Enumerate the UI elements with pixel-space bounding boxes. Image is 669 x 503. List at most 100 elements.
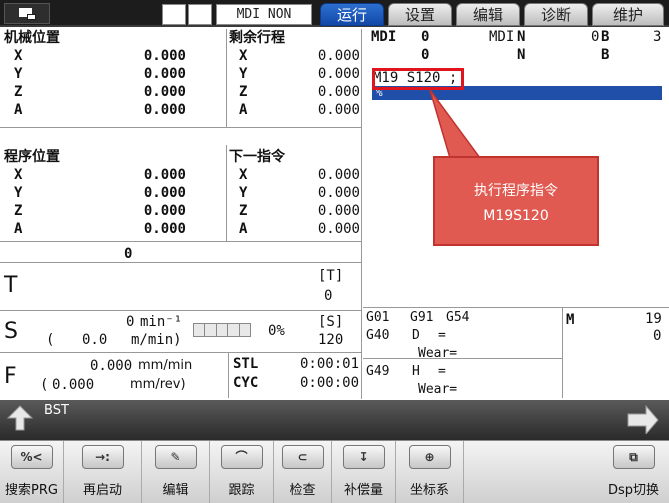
spindle-load: 0% xyxy=(268,323,285,339)
status-box-1 xyxy=(162,4,186,25)
annotation-callout: 执行程序指令 M19S120 xyxy=(433,156,599,246)
section-title: 下一指令 xyxy=(229,149,285,165)
tool-cmd-label: [T] xyxy=(318,268,344,284)
machine-position: 机械位置 X 0.000 Y 0.000 Z 0.000 A 0.000 xyxy=(4,30,224,119)
axis-row: Y 0.000 xyxy=(14,185,186,201)
tab-run[interactable]: 运行 xyxy=(320,3,384,26)
cyc-time: 0:00:00 xyxy=(300,375,360,391)
spindle-cmd-label: [S] xyxy=(318,314,344,330)
m-label: M xyxy=(566,312,575,328)
callout-text: 执行程序指令 xyxy=(474,183,558,199)
axis-row: Z 0.000 xyxy=(14,203,186,219)
axis-row: Z 0.000 xyxy=(239,203,360,219)
axis-row: X 0.000 xyxy=(14,167,186,183)
g-code-2: G91 xyxy=(410,310,434,325)
highlight-box xyxy=(372,68,464,90)
axis-row: Z 0.000 xyxy=(14,84,186,100)
wear-label-1: Wear= xyxy=(418,346,458,361)
divider xyxy=(363,307,669,308)
feed-paren-open: ( xyxy=(40,377,49,393)
stl-time: 0:00:01 xyxy=(300,356,360,372)
softkey-label: 编辑 xyxy=(162,483,189,498)
axis-row: A 0.000 xyxy=(14,102,186,118)
softkey-label: Dsp切换 xyxy=(607,483,660,498)
softkey-edit[interactable]: ✎ 编辑 xyxy=(142,441,210,503)
tab-settings[interactable]: 设置 xyxy=(388,3,452,26)
g-code-1: G01 xyxy=(366,310,390,325)
softkey-label: 检查 xyxy=(289,483,316,498)
h-label: H xyxy=(412,364,420,379)
softkey-search-prg[interactable]: %< 搜索PRG xyxy=(0,441,64,503)
coordinate-icon: ⊕ xyxy=(408,445,451,469)
axis-row: Z 0.000 xyxy=(239,84,360,100)
wear-label-2: Wear= xyxy=(418,382,458,397)
g-code-5: G49 xyxy=(366,364,390,379)
tab-diagnosis[interactable]: 诊断 xyxy=(524,3,588,26)
divider xyxy=(228,352,229,398)
softkey-trace[interactable]: ⌒ 跟踪 xyxy=(210,441,274,503)
n-label-2: N xyxy=(517,47,526,63)
feed-label: F xyxy=(4,364,17,389)
remaining-travel: 剩余行程 X 0.000 Y 0.000 Z 0.000 A 0.000 xyxy=(229,30,362,119)
axis-row: A 0.000 xyxy=(239,102,360,118)
spindle-unit: min⁻¹ xyxy=(140,314,183,330)
status-box-2 xyxy=(188,4,212,25)
o-number-2: 0 xyxy=(421,47,430,63)
axis-row: A 0.000 xyxy=(239,221,360,237)
program-position: 程序位置 X 0.000 Y 0.000 Z 0.000 A 0.000 xyxy=(4,149,224,238)
divider xyxy=(0,352,362,353)
softkey-label: 坐标系 xyxy=(409,483,449,498)
bst-status: BST xyxy=(44,403,69,418)
status-bar: BST xyxy=(0,400,669,440)
feed-per-rev: 0.000 xyxy=(52,377,95,393)
tool-cmd-value: 0 xyxy=(324,288,333,304)
n-label: N xyxy=(517,29,526,45)
axis-row: X 0.000 xyxy=(14,48,186,64)
feed-rate: 0.000 xyxy=(90,358,133,374)
right-number: 3 xyxy=(653,29,662,45)
tool-label: T xyxy=(4,273,18,298)
divider xyxy=(562,307,563,398)
softkey-label: 再启动 xyxy=(82,483,122,498)
section-title: 程序位置 xyxy=(4,149,60,165)
mode-indicator: MDI NON xyxy=(216,4,312,25)
d-equals: = xyxy=(438,328,446,343)
tab-edit[interactable]: 编辑 xyxy=(456,3,520,26)
tab-maintenance[interactable]: 维护 xyxy=(592,3,664,26)
surface-speed: 0.0 xyxy=(82,332,108,348)
softkey-empty[interactable] xyxy=(464,441,598,503)
m-value-2: 0 xyxy=(653,328,662,344)
h-equals: = xyxy=(438,364,446,379)
callout-code: M19S120 xyxy=(483,208,549,224)
softkey-restart[interactable]: →: 再启动 xyxy=(64,441,142,503)
check-icon: ⊂ xyxy=(281,445,324,469)
softkey-check[interactable]: ⊂ 检查 xyxy=(274,441,332,503)
next-arrow-icon[interactable] xyxy=(624,404,660,434)
restart-icon: →: xyxy=(81,445,124,469)
return-arrow-icon[interactable] xyxy=(6,404,34,434)
next-command: 下一指令 X 0.000 Y 0.000 Z 0.000 A 0.000 xyxy=(229,149,362,238)
feed-unit: mm/min xyxy=(138,358,193,373)
g-code-4: G40 xyxy=(366,328,390,343)
axis-row: Y 0.000 xyxy=(239,185,360,201)
softkey-display-switch[interactable]: ⧉ Dsp切换 xyxy=(598,441,669,503)
tool-number: 0 xyxy=(124,246,133,262)
section-title: 剩余行程 xyxy=(229,30,285,46)
mdi-label-2: MDI xyxy=(489,29,515,45)
top-bar: MDI NON 运行 设置 编辑 诊断 维护 xyxy=(0,0,669,27)
divider xyxy=(363,358,563,359)
axis-row: A 0.000 xyxy=(14,221,186,237)
cyc-label: CYC xyxy=(233,375,259,391)
divider xyxy=(0,310,362,311)
spindle-paren-open: ( xyxy=(46,332,55,348)
axis-row: X 0.000 xyxy=(239,48,360,64)
divider xyxy=(0,262,362,263)
m-value: 19 xyxy=(645,311,662,327)
feed-per-rev-unit: mm/rev) xyxy=(130,377,186,392)
offset-icon: ↧ xyxy=(342,445,385,469)
mdi-label: MDI xyxy=(371,29,397,45)
softkey-coordinate[interactable]: ⊕ 坐标系 xyxy=(396,441,464,503)
spindle-load-bar xyxy=(193,323,251,337)
screen-switch-icon[interactable] xyxy=(4,3,50,24)
softkey-offset[interactable]: ↧ 补偿量 xyxy=(332,441,396,503)
